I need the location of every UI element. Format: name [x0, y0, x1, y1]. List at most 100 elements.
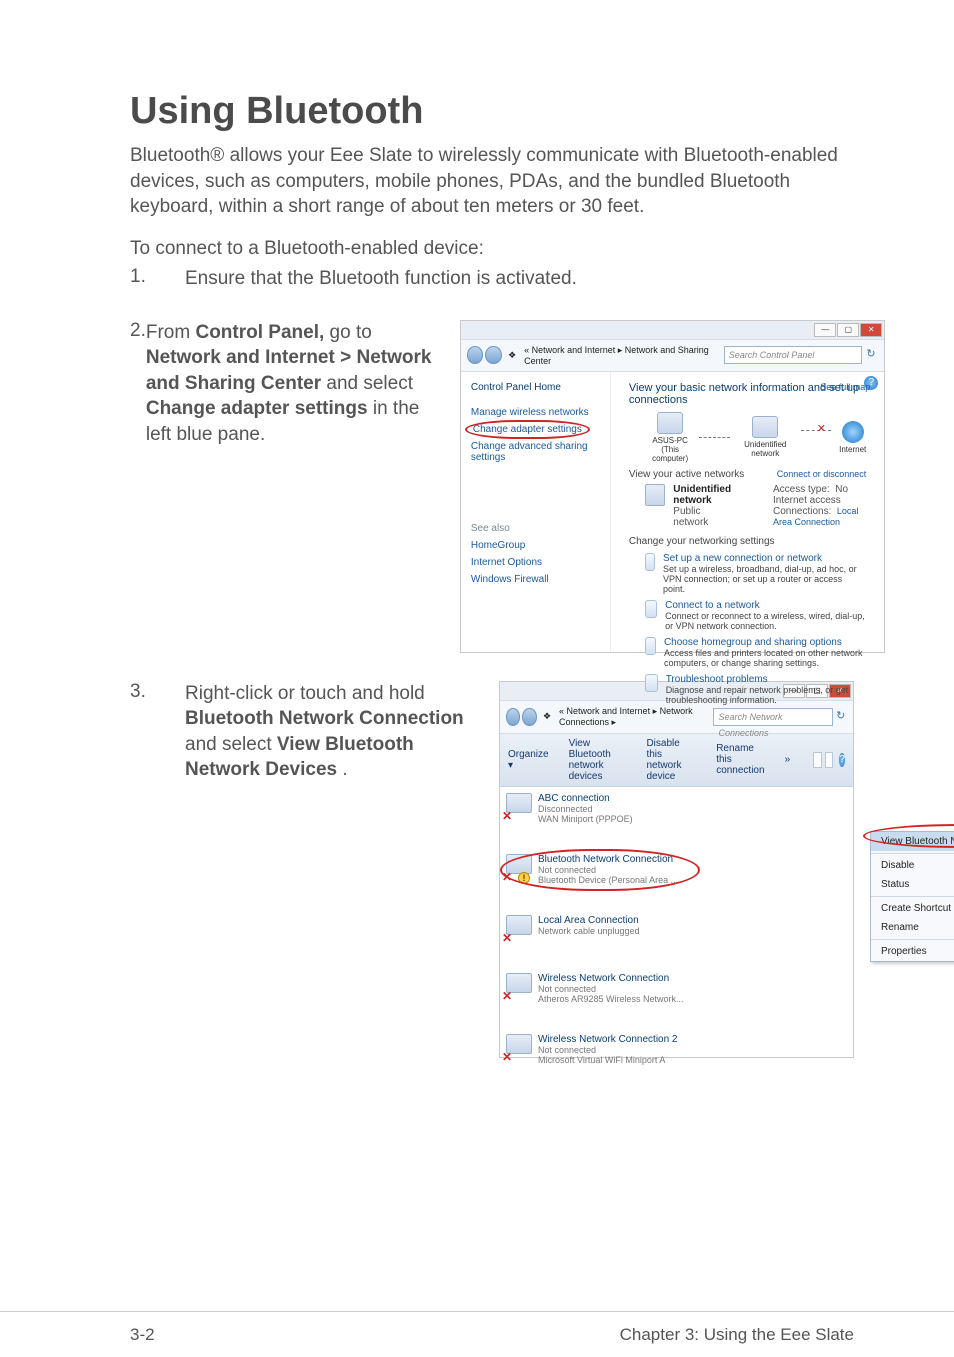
toolbar-disable-device[interactable]: Disable this network device [646, 738, 696, 782]
menu-separator [871, 939, 954, 940]
search-icon[interactable]: ↻ [864, 347, 879, 363]
connection-status: Not connected [538, 1045, 678, 1055]
link-change-adapter[interactable]: Change adapter settings [471, 424, 600, 435]
connection-wireless-2[interactable]: ✕ Wireless Network Connection 2 Not conn… [506, 1034, 686, 1065]
option-title: Choose homegroup and sharing options [664, 637, 866, 648]
connection-name: Wireless Network Connection [538, 973, 684, 984]
network-icon [752, 416, 778, 438]
menu-item-status[interactable]: Status [871, 875, 954, 894]
t: Right-click or touch and hold [185, 683, 425, 704]
chapter-title: Chapter 3: Using the Eee Slate [620, 1325, 854, 1345]
option-homegroup-sharing[interactable]: Choose homegroup and sharing options Acc… [645, 637, 866, 668]
control-panel-home-link[interactable]: Control Panel Home [471, 382, 600, 393]
wizard-icon [645, 553, 655, 571]
address-bar: ❖ « Network and Internet ▸ Network Conne… [500, 700, 853, 734]
link-internet-options[interactable]: Internet Options [471, 557, 600, 568]
step-text: From Control Panel, go to Network and In… [146, 320, 446, 448]
step-number: 1. [130, 266, 185, 288]
t-bold: Bluetooth Network Connection [185, 708, 464, 729]
toolbar-overflow[interactable]: » [785, 754, 791, 765]
connection-lan[interactable]: ✕ Local Area Connection Network cable un… [506, 915, 666, 943]
forward-button[interactable] [485, 346, 502, 364]
back-button[interactable] [506, 708, 520, 726]
t: From [146, 322, 196, 343]
search-icon[interactable]: ↻ [835, 709, 847, 725]
option-troubleshoot[interactable]: Troubleshoot problems Diagnose and repai… [645, 674, 866, 705]
connection-name: ABC connection [538, 793, 633, 804]
connections-label: Connections: [773, 506, 831, 517]
link-manage-wireless[interactable]: Manage wireless networks [471, 407, 600, 418]
menu-item-disable[interactable]: Disable [871, 856, 954, 875]
help-icon[interactable]: ? [839, 753, 845, 767]
intro-paragraph: Bluetooth® allows your Eee Slate to wire… [130, 143, 854, 220]
link-homegroup[interactable]: HomeGroup [471, 540, 600, 551]
h-text: View your active networks [629, 469, 744, 480]
connection-status: Not connected [538, 865, 678, 875]
page-footer: 3-2 Chapter 3: Using the Eee Slate [0, 1311, 954, 1357]
x-icon: ✕ [502, 870, 512, 884]
connect-disconnect-link[interactable]: Connect or disconnect [777, 469, 867, 479]
link-line [699, 437, 729, 438]
back-button[interactable] [467, 346, 484, 364]
network-name-col: Unidentified network Public network [673, 484, 733, 528]
menu-item-rename[interactable]: Rename [871, 918, 954, 937]
step-1: 1. Ensure that the Bluetooth function is… [130, 266, 854, 292]
link-windows-firewall[interactable]: Windows Firewall [471, 574, 600, 585]
breadcrumb[interactable]: « Network and Internet ▸ Network Connect… [555, 704, 713, 730]
network-type: Public network [673, 506, 733, 528]
page-title: Using Bluetooth [130, 90, 854, 133]
connection-abc[interactable]: ✕ ABC connection Disconnected WAN Minipo… [506, 793, 686, 824]
screenshot-network-sharing-center: — ▢ ✕ ❖ « Network and Internet ▸ Network… [460, 320, 885, 653]
window-body: Control Panel Home Manage wireless netwo… [461, 372, 884, 652]
toolbar-organize[interactable]: Organize ▾ [508, 749, 549, 771]
menu-item-properties[interactable]: Properties [871, 942, 954, 961]
view-icon[interactable] [813, 752, 822, 768]
menu-item-create-shortcut[interactable]: Create Shortcut [871, 899, 954, 918]
close-button[interactable]: ✕ [860, 323, 882, 337]
menu-separator [871, 896, 954, 897]
wizard-icon [645, 600, 657, 618]
x-icon: ✕ [502, 931, 512, 945]
toolbar-view-bt-devices[interactable]: View Bluetooth network devices [569, 738, 627, 782]
preview-icon[interactable] [825, 752, 834, 768]
node-network: Unidentified network [738, 416, 793, 458]
network-icon [645, 484, 665, 506]
path-icon: ❖ [539, 709, 555, 724]
menu-separator [871, 853, 954, 854]
connection-name: Bluetooth Network Connection [538, 854, 678, 865]
wizard-icon [645, 674, 658, 692]
option-desc: Access files and printers located on oth… [664, 648, 866, 668]
warn-icon: ! [518, 872, 530, 884]
see-full-map-link[interactable]: See full map [820, 382, 870, 392]
t: and select [326, 373, 413, 394]
search-input[interactable]: Search Control Panel [724, 346, 862, 364]
connection-bluetooth[interactable]: ✕! Bluetooth Network Connection Not conn… [506, 854, 686, 885]
connection-name: Wireless Network Connection 2 [538, 1034, 678, 1045]
connection-status: Network cable unplugged [538, 926, 640, 936]
minimize-button[interactable]: — [814, 323, 836, 337]
step-2: 2. From Control Panel, go to Network and… [130, 320, 854, 653]
active-network-row: Unidentified network Public network Acce… [645, 484, 866, 528]
maximize-button[interactable]: ▢ [837, 323, 859, 337]
step-number: 3. [130, 681, 185, 703]
option-connect-network[interactable]: Connect to a network Connect or reconnec… [645, 600, 866, 631]
breadcrumb[interactable]: « Network and Internet ▸ Network and Sha… [520, 343, 724, 368]
window-controls: — ▢ ✕ [461, 321, 884, 339]
menu-item-view-bt-devices[interactable]: View Bluetooth Network Devices [871, 832, 954, 851]
connection-wireless-1[interactable]: ✕ Wireless Network Connection Not connec… [506, 973, 686, 1004]
see-also-label: See also [471, 523, 600, 534]
option-desc: Diagnose and repair network problems, or… [666, 685, 867, 705]
option-new-connection[interactable]: Set up a new connection or network Set u… [645, 553, 866, 594]
connection-name: Local Area Connection [538, 915, 640, 926]
toolbar-rename-connection[interactable]: Rename this connection [716, 743, 764, 776]
connection-status: Not connected [538, 984, 684, 994]
page: Using Bluetooth Bluetooth® allows your E… [0, 0, 954, 1310]
forward-button[interactable] [522, 708, 536, 726]
link-advanced-sharing[interactable]: Change advanced sharing settings [471, 441, 600, 463]
connection-device: WAN Miniport (PPPOE) [538, 814, 633, 824]
node-label: ASUS-PC [649, 436, 692, 445]
search-input[interactable]: Search Network Connections [713, 708, 832, 726]
step-3: 3. Right-click or touch and hold Bluetoo… [130, 681, 854, 1058]
connections-grid: ✕ ABC connection Disconnected WAN Minipo… [506, 793, 847, 1065]
connection-device: Atheros AR9285 Wireless Network... [538, 994, 684, 1004]
